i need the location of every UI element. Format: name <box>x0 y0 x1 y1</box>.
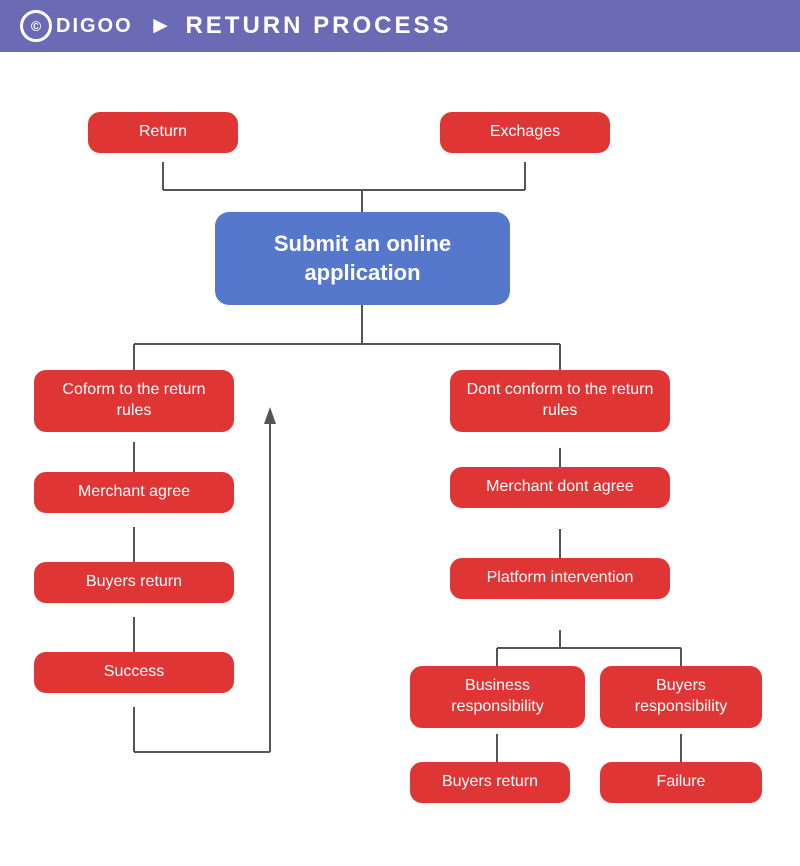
play-icon: ► <box>149 12 176 40</box>
merchant-dont-box: Merchant dont agree <box>450 467 670 508</box>
buyers-return-right-box: Buyers return <box>410 762 570 803</box>
return-box: Return <box>88 112 238 153</box>
submit-box: Submit an online application <box>215 212 510 305</box>
conform-box: Coform to the return rules <box>34 370 234 432</box>
platform-box: Platform intervention <box>450 558 670 599</box>
merchant-agree-box: Merchant agree <box>34 472 234 513</box>
header-title: ► RETURN PROCESS <box>149 12 452 40</box>
header: © DIGOO ► RETURN PROCESS <box>0 0 800 52</box>
failure-box: Failure <box>600 762 762 803</box>
dont-conform-box: Dont conform to the return rules <box>450 370 670 432</box>
main-diagram: Return Exchages Submit an online applica… <box>0 52 800 866</box>
buyers-return-left-box: Buyers return <box>34 562 234 603</box>
flowchart-lines <box>0 52 800 866</box>
logo: © DIGOO <box>20 10 133 42</box>
buyers-resp-box: Buyers responsibility <box>600 666 762 728</box>
exchanges-box: Exchages <box>440 112 610 153</box>
business-box: Business responsibility <box>410 666 585 728</box>
logo-text: DIGOO <box>56 15 133 38</box>
logo-circle: © <box>20 10 52 42</box>
success-box: Success <box>34 652 234 693</box>
